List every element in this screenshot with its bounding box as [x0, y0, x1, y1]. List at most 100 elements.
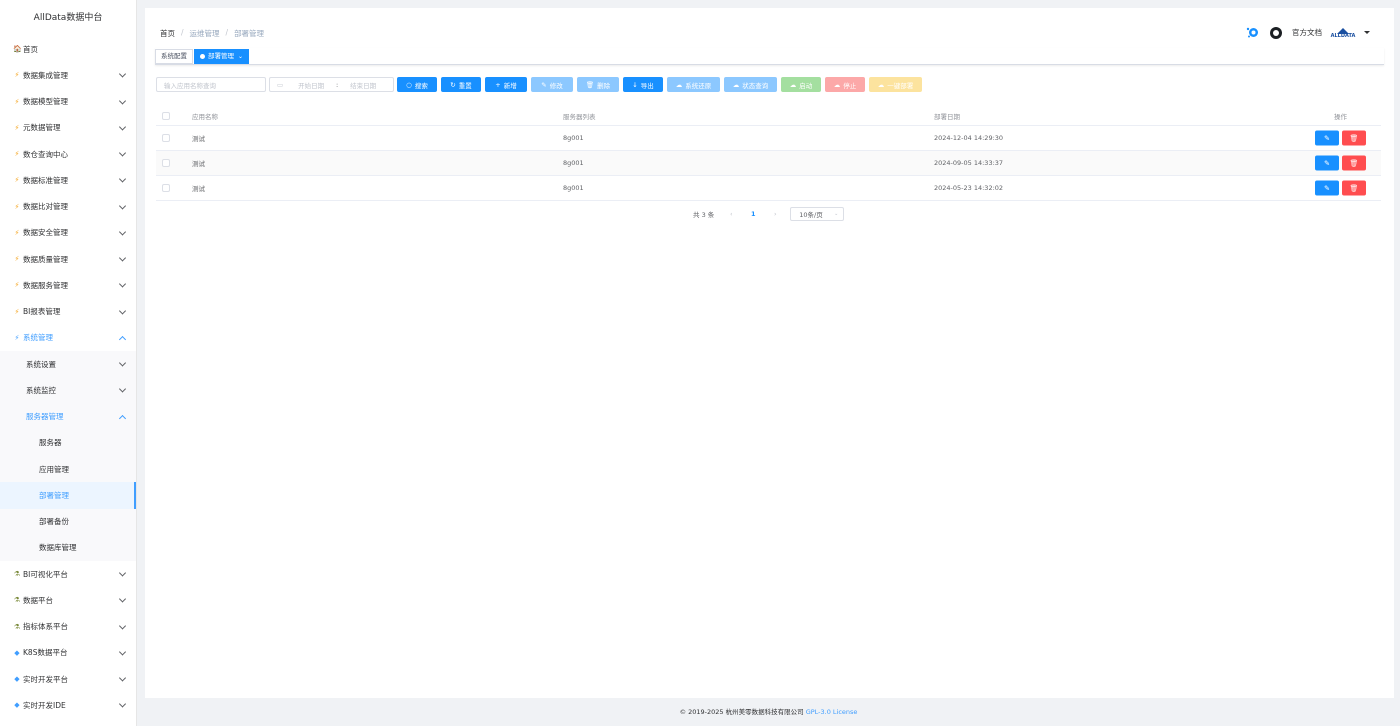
- cloud-icon: ☁: [833, 80, 841, 89]
- edit-button[interactable]: ✎ 修改: [531, 77, 573, 92]
- date-range-picker[interactable]: ▭ 开始日期 : 结束日期: [269, 77, 394, 92]
- breadcrumb-separator: /: [181, 28, 184, 37]
- sidebar-item-home[interactable]: 🏠 首页: [0, 36, 136, 62]
- add-button[interactable]: + 新增: [485, 77, 527, 92]
- row-delete-button[interactable]: 🗑: [1342, 130, 1366, 146]
- start-button[interactable]: ☁ 启动: [781, 77, 821, 92]
- deploy-date-cell: 2024-12-04 14:29:30: [934, 134, 1004, 142]
- system-restore-button-label: 系统还原: [685, 81, 712, 90]
- date-range-separator: :: [336, 80, 339, 89]
- sidebar-item-label: 首页: [23, 44, 38, 54]
- chevron-down-icon: [118, 595, 127, 603]
- sidebar-item-database-management[interactable]: 数据库管理: [0, 534, 136, 561]
- sidebar-item-app-management[interactable]: 应用管理: [0, 456, 136, 483]
- row-delete-button[interactable]: 🗑: [1342, 155, 1366, 171]
- sidebar-item-deploy-management[interactable]: 部署管理: [0, 482, 136, 509]
- breadcrumb: 首页 / 运维管理 / 部署管理: [160, 28, 264, 39]
- tag-system-config[interactable]: 系统配置: [155, 49, 193, 64]
- sidebar-item-metric-system[interactable]: ⚗ 指标体系平台: [0, 614, 136, 640]
- edit-icon: ✎: [1324, 159, 1330, 167]
- row-checkbox[interactable]: [162, 159, 170, 167]
- chevron-down-icon: [118, 359, 127, 367]
- breadcrumb-ops: 运维管理: [189, 29, 220, 38]
- sidebar-item-label: 系统设置: [26, 359, 56, 369]
- sidebar-item-data-security[interactable]: ⚡ 数据安全管理: [0, 220, 136, 246]
- app-root: AllData数据中台 🏠 首页 ⚡ 数据集成管理 ⚡ 数据模型管理 ⚡ 元数据…: [0, 0, 1400, 726]
- server-list-cell: 8g001: [563, 159, 584, 167]
- sidebar-item-system[interactable]: ⚡ 系统管理: [0, 325, 136, 351]
- table-header: 应用名称 服务器列表 部署日期 操作: [156, 106, 1381, 126]
- sidebar-item-server[interactable]: 服务器: [0, 429, 136, 456]
- stop-button[interactable]: ☁ 停止: [825, 77, 865, 92]
- breadcrumb-current: 部署管理: [234, 29, 265, 38]
- docs-link[interactable]: 官方文档: [1292, 27, 1322, 38]
- sidebar-item-realtime-platform[interactable]: ◆ 实时开发平台: [0, 666, 136, 692]
- stop-button-label: 停止: [843, 81, 857, 90]
- reset-button[interactable]: ↻ 重置: [441, 77, 481, 92]
- column-header: 应用名称: [192, 112, 218, 121]
- row-checkbox[interactable]: [162, 184, 170, 192]
- page-number[interactable]: 1: [742, 210, 764, 218]
- sidebar-item-system-monitor[interactable]: 系统监控: [0, 377, 136, 404]
- page-size-select[interactable]: 10条/页 ⌄: [790, 207, 845, 221]
- notification-icon[interactable]: [1246, 26, 1259, 39]
- row-edit-button[interactable]: ✎: [1315, 155, 1339, 171]
- sidebar-item-data-compare[interactable]: ⚡ 数据比对管理: [0, 194, 136, 220]
- sidebar-item-deploy-backup[interactable]: 部署备份: [0, 508, 136, 535]
- sidebar-item-system-settings[interactable]: 系统设置: [0, 351, 136, 378]
- breadcrumb-home[interactable]: 首页: [160, 28, 175, 39]
- sidebar-item-label: 数据标准管理: [23, 175, 68, 185]
- chevron-down-icon: [118, 97, 127, 105]
- select-all-checkbox[interactable]: [162, 111, 170, 120]
- export-button[interactable]: ↓ 导出: [623, 77, 663, 92]
- cloud-icon: ☁: [877, 80, 885, 89]
- avatar[interactable]: ALLDATA: [1331, 26, 1355, 39]
- chevron-down-icon: [118, 307, 127, 315]
- sidebar-item-data-service[interactable]: ⚡ 数据服务管理: [0, 272, 136, 298]
- sidebar-item-label: 实时开发平台: [23, 674, 68, 684]
- column-header: 部署日期: [934, 112, 960, 121]
- row-checkbox[interactable]: [162, 134, 170, 142]
- sidebar-item-data-model[interactable]: ⚡ 数据模型管理: [0, 89, 136, 115]
- search-button[interactable]: ○ 搜索: [397, 77, 437, 92]
- sidebar-item-data-integration[interactable]: ⚡ 数据集成管理: [0, 62, 136, 88]
- breadcrumb-separator: /: [225, 28, 229, 37]
- status-query-button[interactable]: ☁ 状态查询: [724, 77, 777, 92]
- status-query-button-label: 状态查询: [742, 81, 769, 90]
- license-link[interactable]: GPL-3.0 License: [806, 708, 858, 716]
- pagination-total: 共 3 条: [693, 211, 715, 219]
- tag-deploy-management[interactable]: 部署管理 ⌄: [194, 49, 250, 64]
- plus-icon: +: [495, 80, 501, 89]
- close-icon[interactable]: ⌄: [238, 53, 243, 60]
- app-name-search-input[interactable]: 输入应用名称查询: [156, 77, 266, 92]
- sidebar-item-data-platform[interactable]: ⚗ 数据平台: [0, 587, 136, 613]
- sidebar-item-metadata[interactable]: ⚡ 元数据管理: [0, 115, 136, 141]
- github-icon[interactable]: [1269, 26, 1282, 39]
- sidebar-item-server-management[interactable]: 服务器管理: [0, 403, 136, 430]
- row-delete-button[interactable]: 🗑: [1342, 180, 1366, 196]
- sidebar-item-realtime-ide[interactable]: ◆ 实时开发IDE: [0, 692, 136, 718]
- one-click-deploy-button[interactable]: ☁ 一键部署: [869, 77, 922, 92]
- refresh-icon: ↻: [450, 80, 456, 89]
- system-restore-button[interactable]: ☁ 系统还原: [667, 77, 720, 92]
- next-page-icon[interactable]: ›: [764, 210, 786, 218]
- people-icon: ⚗: [13, 570, 21, 579]
- row-edit-button[interactable]: ✎: [1315, 180, 1339, 196]
- caret-down-icon[interactable]: [1364, 31, 1370, 34]
- navbar: 首页 / 运维管理 / 部署管理 官方文档 ALLDATA: [145, 8, 1394, 48]
- copyright-text: © 2019-2025 杭州美零数据科技有限公司: [679, 708, 804, 716]
- chevron-down-icon: [118, 149, 127, 157]
- tags-view: 系统配置 部署管理 ⌄: [155, 48, 1384, 65]
- sidebar-item-k8s-platform[interactable]: ◆ K8S数据平台: [0, 640, 136, 666]
- sidebar-item-data-standard[interactable]: ⚡ 数据标准管理: [0, 167, 136, 193]
- prev-page-icon[interactable]: ‹: [720, 210, 742, 218]
- sidebar-item-bi-visual[interactable]: ⚗ BI可视化平台: [0, 561, 136, 587]
- table-row: 测试 8g001 2024-12-04 14:29:30 ✎ 🗑: [156, 126, 1381, 151]
- sidebar: AllData数据中台 🏠 首页 ⚡ 数据集成管理 ⚡ 数据模型管理 ⚡ 元数据…: [0, 0, 137, 726]
- sidebar-item-label: 数据模型管理: [23, 97, 68, 107]
- sidebar-item-bi-report[interactable]: ⚡ BI报表管理: [0, 299, 136, 325]
- delete-button[interactable]: 🗑 删除: [577, 77, 619, 92]
- sidebar-item-data-quality[interactable]: ⚡ 数据质量管理: [0, 246, 136, 272]
- row-edit-button[interactable]: ✎: [1315, 130, 1339, 146]
- sidebar-item-warehouse-query[interactable]: ⚡ 数仓查询中心: [0, 141, 136, 167]
